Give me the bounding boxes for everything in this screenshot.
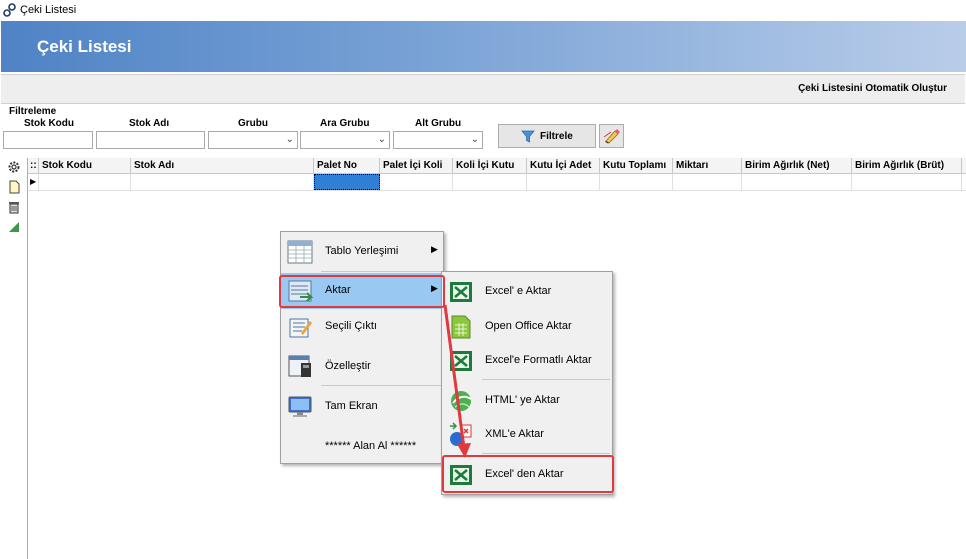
table-row[interactable]: ▶ [28,174,966,191]
action-toolbar: Çeki Listesini Otomatik Oluştur [1,74,965,104]
stok-adi-input[interactable] [96,131,205,149]
eraser-pencil-icon [603,129,620,144]
filter-button-label: Filtrele [540,131,573,142]
print-selection-icon [289,318,312,338]
stok-adi-label: Stok Adı [129,118,170,129]
submenu-item-excel-formatli[interactable]: Excel'e Formatlı Aktar [442,343,612,379]
filter-section-label: Filtreleme [9,106,57,117]
window-title: Çeki Listesi [20,4,77,16]
menu-item-alan-al[interactable]: ****** Alan Al ****** [281,429,443,465]
auto-create-button[interactable]: Çeki Listesini Otomatik Oluştur [798,83,947,94]
table-cell[interactable] [39,174,131,190]
submenu-item-label: XML'e Aktar [485,428,544,440]
alt-grubu-label: Alt Grubu [415,118,462,129]
col-kutu-ici-adet[interactable]: Kutu İçi Adet [527,158,600,173]
table-cell[interactable] [673,174,742,190]
new-document-icon[interactable] [7,180,21,194]
grid-grip[interactable]: :: [28,158,39,173]
submenu-item-open-office[interactable]: Open Office Aktar [442,309,612,345]
menu-separator [482,379,610,380]
menu-item-label: Seçili Çıktı [325,320,377,332]
menu-item-label: ****** Alan Al ****** [325,440,417,452]
table-cell[interactable] [742,174,852,190]
page-title: Çeki Listesi [37,37,132,56]
excel-icon [450,282,472,302]
row-indicator: ▶ [28,174,39,190]
title-bar: Çeki Listesi [0,0,966,21]
stok-kodu-label: Stok Kodu [24,118,74,129]
col-stok-adi[interactable]: Stok Adı [131,158,314,173]
grid-side-toolbar [0,158,28,559]
submenu-item-label: HTML' ye Aktar [485,394,560,406]
clear-filter-button[interactable] [599,124,624,148]
table-cell[interactable] [527,174,600,190]
table-cell[interactable] [600,174,673,190]
col-stok-kodu[interactable]: Stok Kodu [39,158,131,173]
app-icon [3,3,16,17]
menu-item-label: Özelleştir [325,360,371,372]
open-office-icon [451,315,471,339]
resize-grip-icon[interactable] [7,220,21,234]
grubu-select[interactable]: ⌄ [208,131,298,149]
page-banner: Çeki Listesi [1,21,966,72]
table-cell-selected[interactable] [314,174,380,190]
table-cell[interactable] [380,174,453,190]
ara-grubu-select[interactable]: ⌄ [300,131,390,149]
table-cell[interactable] [453,174,527,190]
chevron-down-icon: ⌄ [377,134,386,145]
submenu-item-xml[interactable]: XML'e Aktar [442,417,612,453]
submenu-item-label: Open Office Aktar [485,320,572,332]
gear-icon[interactable] [7,160,21,174]
excel-icon [450,351,472,371]
submenu-item-label: Excel' den Aktar [485,468,564,480]
menu-item-aktar[interactable]: Aktar ▶ [281,273,443,309]
submenu-arrow-icon: ▶ [431,283,438,293]
submenu-arrow-icon: ▶ [431,244,438,254]
col-palet-ici-koli[interactable]: Palet İçi Koli [380,158,453,173]
xml-icon [450,422,472,446]
submenu-item-excel-aktar[interactable]: Excel' e Aktar [442,274,612,310]
menu-item-tablo-yerlesimi[interactable]: Tablo Yerleşimi ▶ [281,234,443,270]
col-koli-ici-kutu[interactable]: Koli İçi Kutu [453,158,527,173]
funnel-icon [521,130,535,143]
grid-header: :: Stok Kodu Stok Adı Palet No Palet İçi… [28,158,966,174]
menu-item-label: Tablo Yerleşimi [325,245,399,257]
menu-item-secili-cikti[interactable]: Seçili Çıktı [281,309,443,345]
menu-separator [482,453,610,454]
menu-item-label: Tam Ekran [325,400,378,412]
col-birim-agirlik-brut[interactable]: Birim Ağırlık (Brüt) [852,158,962,173]
export-icon [288,280,314,302]
excel-icon [450,465,472,485]
fullscreen-icon [288,396,312,417]
col-birim-agirlik-net[interactable]: Birim Ağırlık (Net) [742,158,852,173]
col-kutu-toplami[interactable]: Kutu Toplamı [600,158,673,173]
alt-grubu-select[interactable]: ⌄ [393,131,483,149]
ara-grubu-label: Ara Grubu [320,118,370,129]
customize-icon [288,355,311,377]
grubu-label: Grubu [238,118,268,129]
html-icon [451,391,472,411]
menu-item-label: Aktar [325,284,351,296]
table-cell[interactable] [852,174,962,190]
context-menu: Tablo Yerleşimi ▶ Aktar ▶ Seçili Çıktı Ö… [280,231,444,464]
submenu-item-label: Excel' e Aktar [485,285,552,297]
table-layout-icon [287,240,313,264]
menu-separator [321,271,441,272]
table-cell[interactable] [131,174,314,190]
menu-separator [321,385,441,386]
submenu-item-label: Excel'e Formatlı Aktar [485,354,592,366]
trash-icon[interactable] [7,200,21,214]
submenu-item-html[interactable]: HTML' ye Aktar [442,383,612,419]
export-submenu: Excel' e Aktar Open Office Aktar Excel'e… [441,271,613,495]
col-palet-no[interactable]: Palet No [314,158,380,173]
menu-item-ozellestir[interactable]: Özelleştir [281,349,443,385]
menu-item-tam-ekran[interactable]: Tam Ekran [281,389,443,425]
filter-button[interactable]: Filtrele [498,124,596,148]
chevron-down-icon: ⌄ [285,134,294,145]
stok-kodu-input[interactable] [3,131,93,149]
chevron-down-icon: ⌄ [470,134,479,145]
col-miktari[interactable]: Miktarı [673,158,742,173]
data-grid: :: Stok Kodu Stok Adı Palet No Palet İçi… [28,158,966,191]
submenu-item-excel-den-aktar[interactable]: Excel' den Aktar [442,457,612,493]
